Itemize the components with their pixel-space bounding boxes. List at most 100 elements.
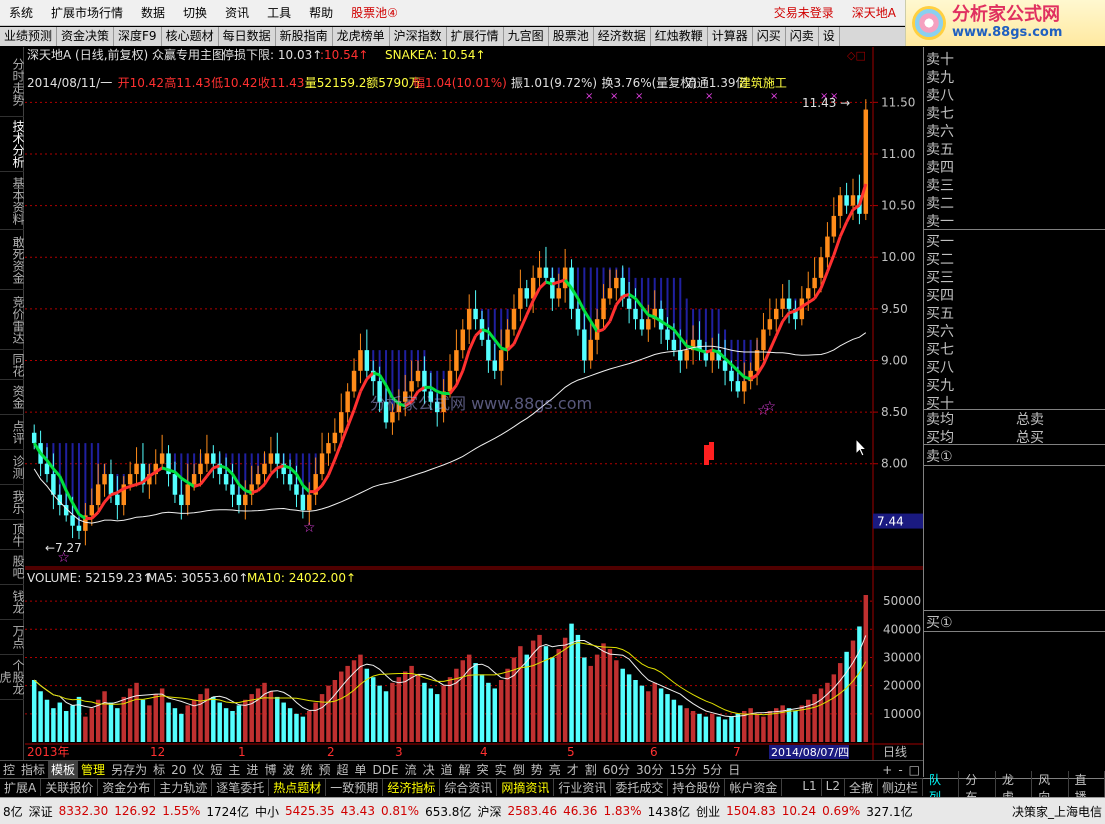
- function-tab-11[interactable]: 委托成交: [611, 779, 669, 796]
- menu-current-stock[interactable]: 深天地A: [843, 0, 905, 26]
- toolbar-item-7[interactable]: 沪深指数: [390, 27, 447, 46]
- tab-strip-control-0[interactable]: +: [879, 763, 895, 777]
- indicator-tab-26[interactable]: 亮: [546, 761, 564, 778]
- function-tab-3[interactable]: 主力轨迹: [155, 779, 213, 796]
- tab-strip-control-1[interactable]: -: [895, 763, 905, 777]
- toolbar-item-4[interactable]: 每日数据: [219, 27, 276, 46]
- indicator-tab-15[interactable]: 超: [334, 761, 352, 778]
- indicator-tab-27[interactable]: 才: [564, 761, 582, 778]
- indicator-tab-21[interactable]: 解: [456, 761, 474, 778]
- left-tab-11[interactable]: 股吧: [0, 550, 25, 585]
- menu-login-status[interactable]: 交易未登录: [765, 0, 843, 26]
- left-tab-1[interactable]: 技术分析: [0, 117, 25, 172]
- menu-item-4[interactable]: 资讯: [216, 0, 258, 26]
- function-tab-9[interactable]: 网摘资讯: [497, 779, 555, 796]
- left-tab-0[interactable]: 分时走势: [0, 47, 25, 117]
- left-tab-6[interactable]: 资金: [0, 380, 25, 415]
- indicator-tab-7[interactable]: 仪: [189, 761, 207, 778]
- indicator-tab-17[interactable]: DDE: [370, 763, 402, 777]
- function-tab-10[interactable]: 行业资讯: [554, 779, 612, 796]
- toolbar-item-11[interactable]: 经济数据: [594, 27, 651, 46]
- left-tab-14[interactable]: 个股龙虎: [0, 655, 25, 700]
- left-tab-3[interactable]: 敢死资金: [0, 230, 25, 290]
- menu-item-6[interactable]: 帮助: [300, 0, 342, 26]
- left-tab-8[interactable]: 诊测: [0, 450, 25, 485]
- function-tab-1[interactable]: 关联报价: [41, 779, 99, 796]
- indicator-tab-19[interactable]: 决: [420, 761, 438, 778]
- indicator-tab-20[interactable]: 道: [438, 761, 456, 778]
- left-tab-10[interactable]: 顶牛: [0, 520, 25, 550]
- indicator-tab-1[interactable]: 指标: [18, 761, 48, 778]
- left-tab-9[interactable]: 我乐: [0, 485, 25, 520]
- indicator-tab-0[interactable]: 控: [0, 761, 18, 778]
- function-tab-control-1[interactable]: L2: [822, 779, 845, 796]
- function-tab-5[interactable]: 热点题材: [269, 779, 327, 796]
- function-tab-13[interactable]: 帐户资金: [725, 779, 783, 796]
- toolbar-item-12[interactable]: 红烛教鞭: [651, 27, 708, 46]
- tab-strip-control-2[interactable]: □: [906, 763, 923, 777]
- indicator-tab-3[interactable]: 管理: [78, 761, 108, 778]
- indicator-tab-16[interactable]: 单: [352, 761, 370, 778]
- indicator-tab-4[interactable]: 另存为: [108, 761, 150, 778]
- indicator-tab-9[interactable]: 主: [225, 761, 243, 778]
- menu-item-2[interactable]: 数据: [132, 0, 174, 26]
- toolbar-item-15[interactable]: 闪卖: [786, 27, 819, 46]
- indicator-tab-31[interactable]: 15分: [666, 761, 699, 778]
- menu-item-1[interactable]: 扩展市场行情: [42, 0, 132, 26]
- toolbar-item-2[interactable]: 深度F9: [114, 27, 162, 46]
- indicator-tab-13[interactable]: 统: [297, 761, 315, 778]
- indicator-tab-2[interactable]: 模板: [48, 761, 79, 778]
- indicator-tab-11[interactable]: 博: [261, 761, 279, 778]
- chart-area[interactable]: 8.00 8.50 9.00 9.50 10.00 10.50 11.00 11.50 1000…: [25, 47, 923, 760]
- menu-item-3[interactable]: 切换: [174, 0, 216, 26]
- indicator-tab-12[interactable]: 波: [279, 761, 297, 778]
- left-tab-5[interactable]: 同花: [0, 350, 25, 380]
- price-volume-chart[interactable]: 8.00 8.50 9.00 9.50 10.00 10.50 11.00 11.50 1000…: [25, 47, 923, 760]
- indicator-tab-29[interactable]: 60分: [600, 761, 633, 778]
- toolbar-item-10[interactable]: 股票池: [549, 27, 594, 46]
- toolbar-item-14[interactable]: 闪买: [753, 27, 786, 46]
- indicator-tab-32[interactable]: 5分: [700, 761, 726, 778]
- indicator-tab-24[interactable]: 倒: [510, 761, 528, 778]
- indicator-tab-18[interactable]: 流: [402, 761, 420, 778]
- indicator-tab-22[interactable]: 突: [474, 761, 492, 778]
- left-tab-4[interactable]: 竞价雷达: [0, 290, 25, 350]
- left-tab-13[interactable]: 万点: [0, 620, 25, 655]
- indicator-tab-28[interactable]: 割: [582, 761, 600, 778]
- left-tab-7[interactable]: 点评: [0, 415, 25, 450]
- function-tab-8[interactable]: 综合资讯: [440, 779, 498, 796]
- indicator-tab-30[interactable]: 30分: [633, 761, 666, 778]
- toolbar-item-3[interactable]: 核心题材: [162, 27, 219, 46]
- function-tab-control-0[interactable]: L1: [798, 779, 822, 796]
- indicator-tab-14[interactable]: 预: [315, 761, 333, 778]
- toolbar-item-0[interactable]: 业绩预测: [0, 27, 58, 46]
- toolbar-item-16[interactable]: 设: [819, 27, 840, 46]
- menu-item-5[interactable]: 工具: [258, 0, 300, 26]
- toolbar-item-5[interactable]: 新股指南: [276, 27, 333, 46]
- function-tab-6[interactable]: 一致预期: [326, 779, 384, 796]
- indicator-tab-8[interactable]: 短: [207, 761, 225, 778]
- function-tab-7[interactable]: 经济指标: [383, 779, 441, 796]
- function-tab-control-2[interactable]: 全撤: [845, 779, 878, 796]
- left-tab-2[interactable]: 基本资料: [0, 172, 25, 230]
- function-tab-2[interactable]: 资金分布: [98, 779, 156, 796]
- left-tab-12[interactable]: 钱龙: [0, 585, 25, 620]
- indicator-tab-33[interactable]: 日: [725, 761, 743, 778]
- toolbar-item-6[interactable]: 龙虎榜单: [333, 27, 390, 46]
- indicator-tab-6[interactable]: 20: [168, 763, 189, 777]
- indicator-tab-10[interactable]: 进: [243, 761, 261, 778]
- window-controls-icon[interactable]: ◇□: [847, 49, 866, 62]
- menu-item-0[interactable]: 系统: [0, 0, 42, 26]
- toolbar-item-13[interactable]: 计算器: [708, 27, 753, 46]
- indicator-tab-23[interactable]: 实: [492, 761, 510, 778]
- toolbar-item-9[interactable]: 九宫图: [504, 27, 549, 46]
- toolbar-item-1[interactable]: 资金决策: [57, 27, 115, 46]
- function-tab-control-3[interactable]: 侧边栏: [878, 779, 923, 796]
- function-tab-12[interactable]: 持仓股份: [668, 779, 726, 796]
- menu-stock-pool[interactable]: 股票池④: [342, 0, 407, 26]
- function-tab-0[interactable]: 扩展A: [0, 779, 42, 796]
- indicator-tab-25[interactable]: 势: [528, 761, 546, 778]
- indicator-tab-5[interactable]: 标: [150, 761, 168, 778]
- period-label[interactable]: 日线: [883, 745, 907, 759]
- toolbar-item-8[interactable]: 扩展行情: [447, 27, 504, 46]
